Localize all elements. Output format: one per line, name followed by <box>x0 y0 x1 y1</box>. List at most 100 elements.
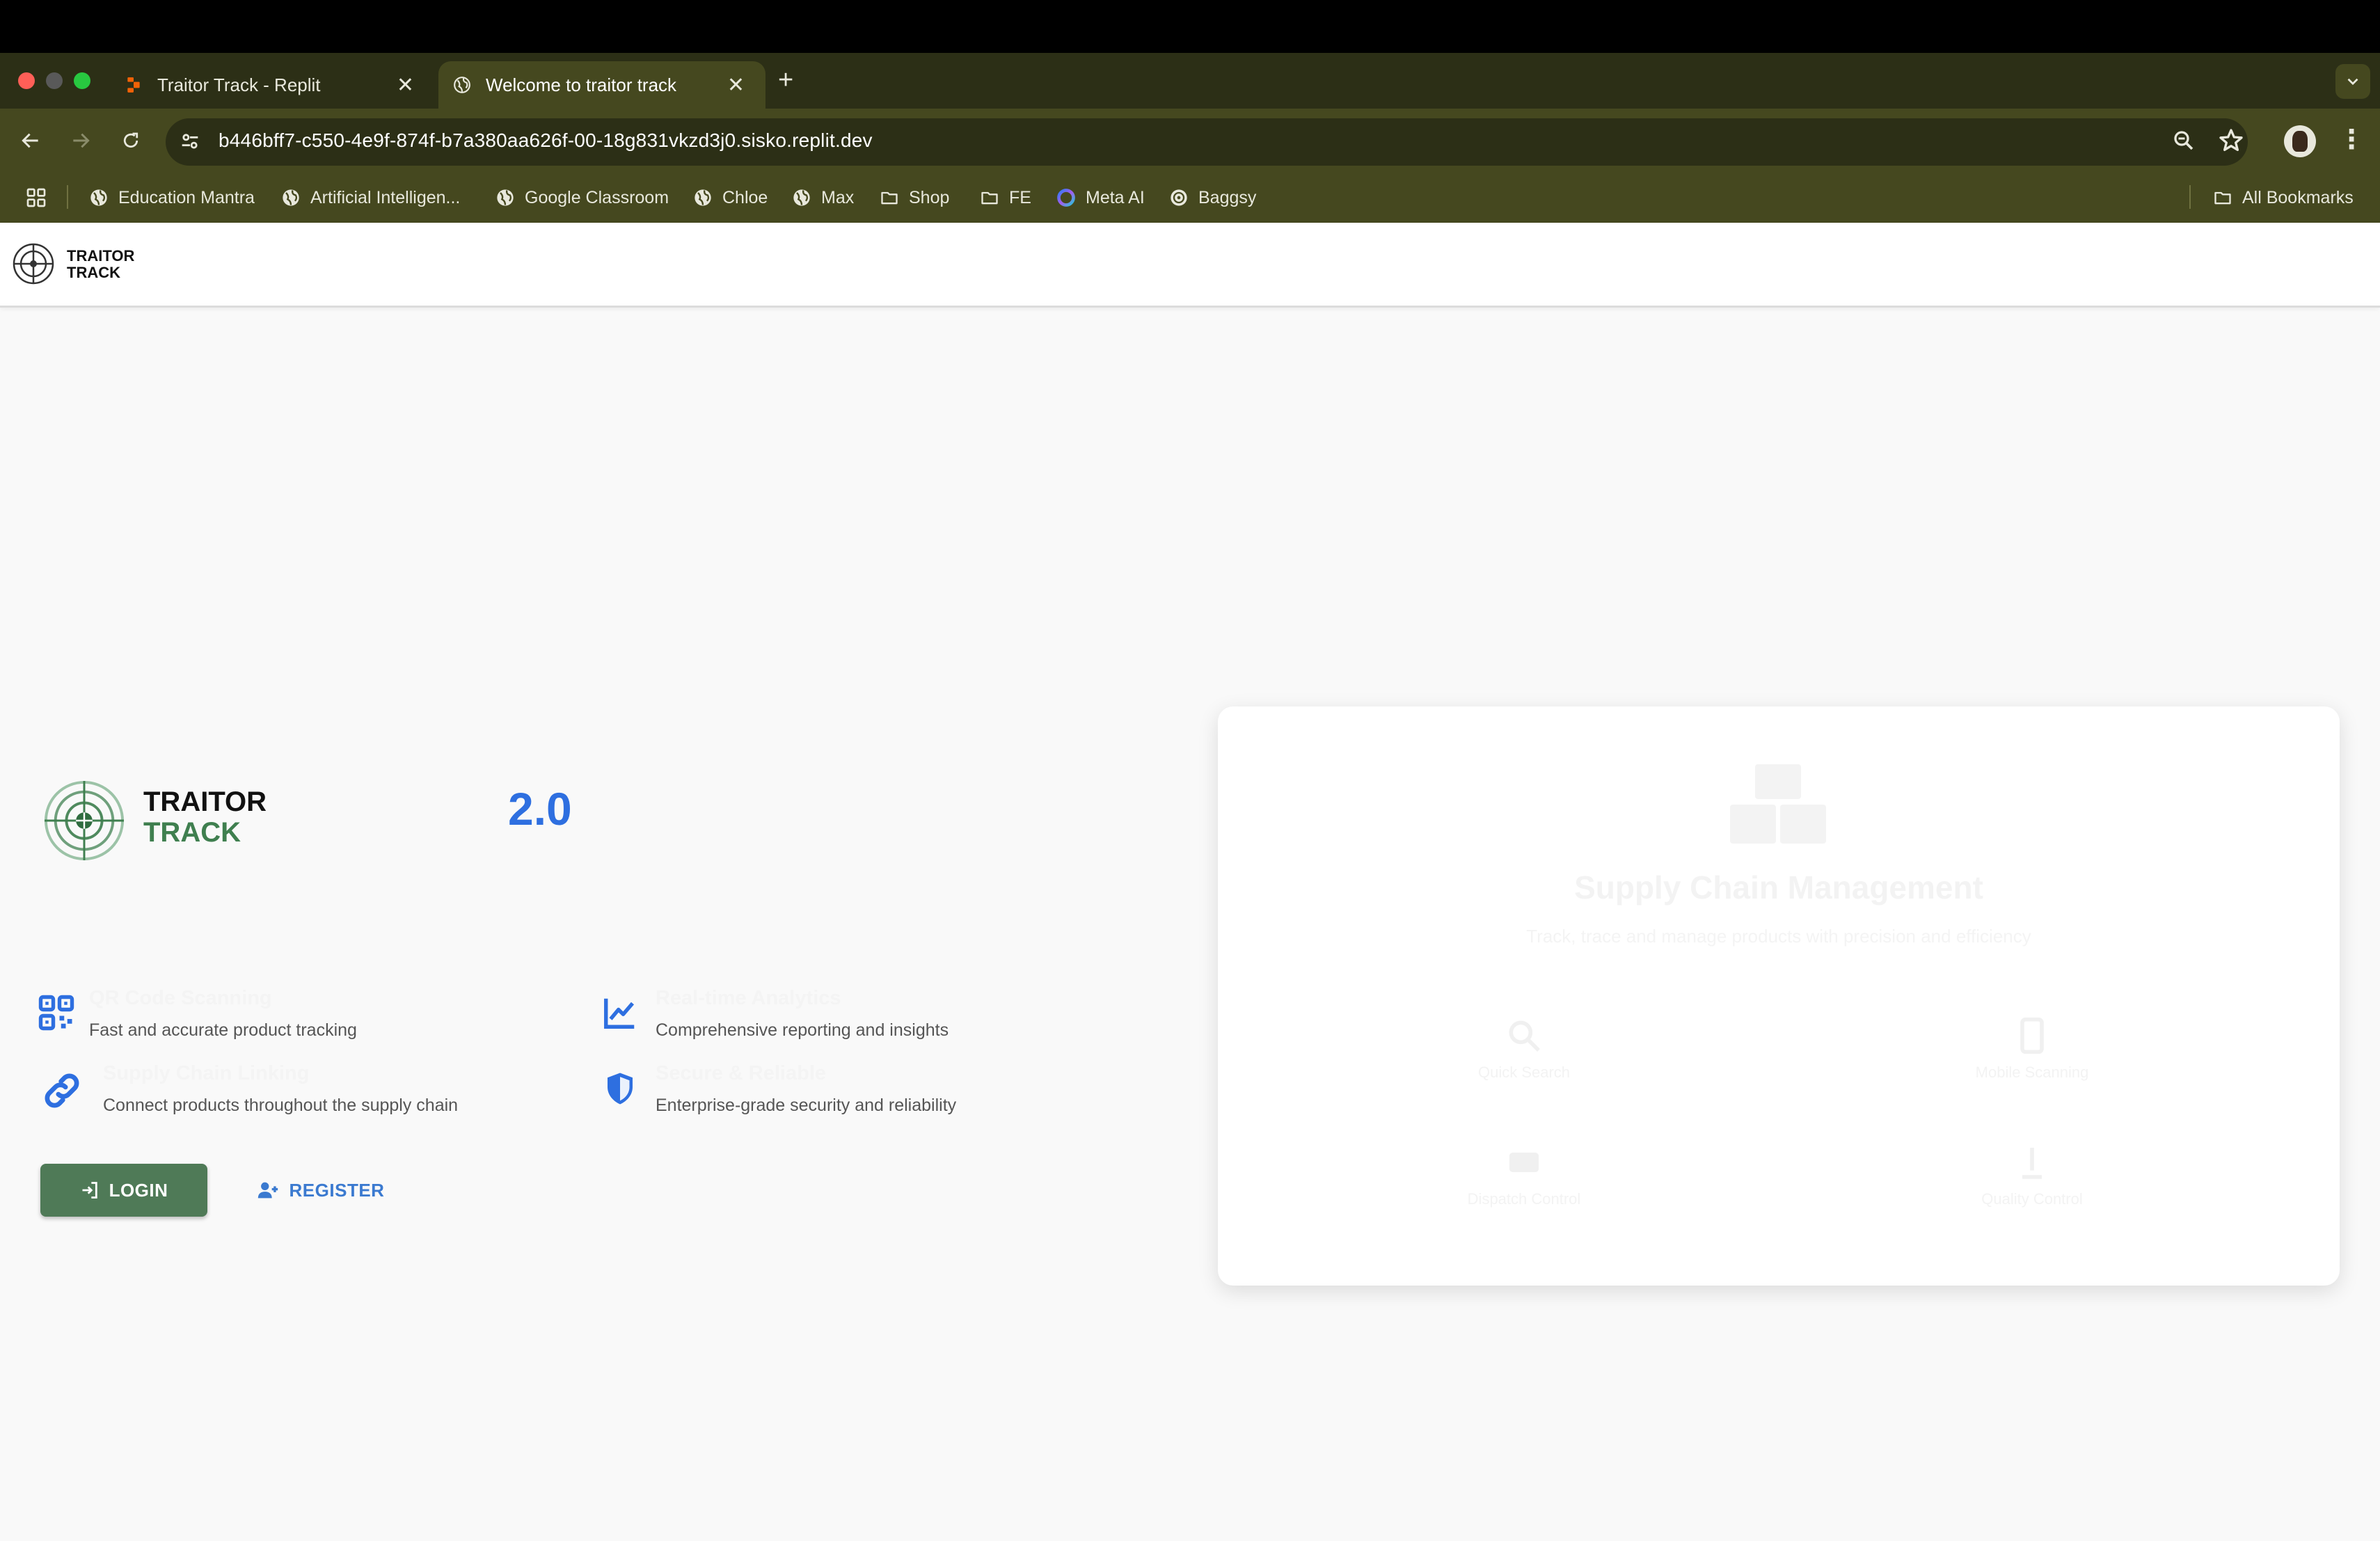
globe-icon <box>495 188 515 207</box>
quality-icon <box>2022 1148 2042 1179</box>
bookmarks-divider <box>2189 185 2191 209</box>
feature-title: Secure & Reliable <box>656 1062 826 1084</box>
folder-icon <box>880 188 899 207</box>
card-feature-quality-control: Quality Control <box>1928 1143 2136 1208</box>
bookmark-label: Chloe <box>722 187 768 207</box>
bookmark-folder-shop[interactable]: Shop <box>880 184 949 212</box>
warehouse-boxes-icon <box>1726 759 1830 849</box>
minimize-window-button[interactable] <box>46 72 63 89</box>
bookmark-label: Google Classroom <box>525 187 669 207</box>
add-user-icon <box>257 1182 278 1199</box>
replit-icon <box>124 75 143 95</box>
globe-icon <box>792 188 811 207</box>
card-title: Supply Chain Management <box>1574 869 1983 906</box>
folder-icon <box>2213 188 2232 207</box>
site-settings-icon[interactable] <box>178 129 202 153</box>
close-tab-icon[interactable]: ✕ <box>397 73 414 97</box>
bookmark-baggsy[interactable]: Baggsy <box>1169 184 1256 212</box>
bookmark-star-icon[interactable] <box>2217 127 2245 155</box>
dispatch-icon <box>1509 1153 1539 1172</box>
card-feature-label: Quick Search <box>1477 1064 1571 1081</box>
bookmark-education-mantra[interactable]: Education Mantra <box>89 184 255 212</box>
login-label: LOGIN <box>109 1179 168 1201</box>
bookmark-artificial-intelligence[interactable]: Artificial Intelligen... <box>281 184 460 212</box>
new-tab-button[interactable]: + <box>778 65 793 95</box>
arrow-left-icon <box>22 133 38 148</box>
arrow-right-icon <box>73 133 90 148</box>
bookmark-label: Artificial Intelligen... <box>310 187 461 207</box>
version-label: 2.0 <box>508 783 572 835</box>
search-icon <box>1509 1020 1540 1052</box>
header-brand-line1: TRAITOR <box>67 247 135 264</box>
meta-ai-icon <box>1056 188 1076 207</box>
feature-title: QR Code Scanning <box>89 987 272 1009</box>
header-brand[interactable]: TRAITOR TRACK <box>67 248 134 281</box>
bookmark-label: Baggsy <box>1198 187 1257 207</box>
bookmark-meta-ai[interactable]: Meta AI <box>1056 184 1145 212</box>
bookmark-folder-fe[interactable]: FE <box>980 184 1031 212</box>
globe-icon <box>1169 188 1189 207</box>
back-button[interactable] <box>14 124 47 157</box>
bookmark-label: FE <box>1009 187 1031 207</box>
globe-icon <box>89 188 109 207</box>
card-feature-label: Dispatch Control <box>1467 1190 1581 1208</box>
reload-icon <box>123 132 138 148</box>
all-bookmarks-button[interactable]: All Bookmarks <box>2213 184 2354 212</box>
hero-brand-line2: TRACK <box>143 817 241 848</box>
feature-description: Fast and accurate product tracking <box>89 1020 357 1040</box>
bookmark-label: Max <box>821 187 855 207</box>
apps-grid-icon[interactable] <box>25 184 47 212</box>
bookmark-label: Shop <box>909 187 950 207</box>
browser-tab-traitor-track[interactable]: Welcome to traitor track ✕ <box>438 61 765 109</box>
feature-description: Connect products throughout the supply c… <box>103 1096 459 1115</box>
globe-icon <box>452 75 472 95</box>
tab-title: Welcome to traitor track <box>486 74 677 95</box>
login-button[interactable]: LOGIN <box>40 1164 207 1217</box>
login-icon <box>82 1182 97 1199</box>
bookmark-label: Education Mantra <box>118 187 255 207</box>
bookmark-max[interactable]: Max <box>792 184 854 212</box>
register-label: REGISTER <box>289 1179 385 1201</box>
feature-description: Enterprise-grade security and reliabilit… <box>656 1096 957 1115</box>
feature-title: Real-time Analytics <box>656 987 841 1009</box>
globe-icon <box>281 188 301 207</box>
analytics-chart-icon <box>601 994 639 1032</box>
traitor-track-logo-icon[interactable] <box>11 242 56 286</box>
header-brand-line2: TRACK <box>67 264 120 281</box>
bookmarks-divider <box>67 185 68 209</box>
bookmark-label: All Bookmarks <box>2242 187 2354 207</box>
bookmark-google-classroom[interactable]: Google Classroom <box>495 184 669 212</box>
url-text[interactable]: b446bff7-c550-4e9f-874f-b7a380aa626f-00-… <box>219 129 873 152</box>
bookmark-label: Meta AI <box>1086 187 1145 207</box>
card-subtitle: Track, trace and manage products with pr… <box>1526 926 2031 947</box>
reload-button[interactable] <box>114 124 148 157</box>
card-feature-quick-search: Quick Search <box>1420 1016 1628 1082</box>
tab-search-button[interactable] <box>2335 64 2370 99</box>
link-icon <box>40 1069 79 1108</box>
card-feature-label: Quality Control <box>1981 1190 2083 1208</box>
feature-description: Comprehensive reporting and insights <box>656 1020 949 1040</box>
register-button[interactable]: REGISTER <box>251 1164 390 1217</box>
card-feature-dispatch-control: Dispatch Control <box>1420 1143 1628 1208</box>
tab-title: Traitor Track - Replit <box>157 74 321 95</box>
mobile-icon <box>2020 1017 2044 1054</box>
card-feature-mobile-scanning: Mobile Scanning <box>1928 1016 2136 1082</box>
feature-title: Supply Chain Linking <box>103 1062 310 1084</box>
shield-icon <box>601 1069 639 1107</box>
hero-brand-line1: TRAITOR <box>143 787 267 817</box>
close-tab-icon[interactable]: ✕ <box>727 73 745 97</box>
card-feature-label: Mobile Scanning <box>1975 1064 2089 1081</box>
browser-menu-icon[interactable]: ⋮ <box>2338 124 2365 155</box>
close-window-button[interactable] <box>18 72 35 89</box>
screen-top-bar <box>0 0 2380 53</box>
forward-button[interactable] <box>64 124 97 157</box>
browser-tab-replit[interactable]: Traitor Track - Replit ✕ <box>104 61 435 109</box>
chevron-down-icon <box>2347 78 2358 86</box>
maximize-window-button[interactable] <box>74 72 90 89</box>
hero-logo-icon <box>43 780 125 862</box>
folder-icon <box>980 188 999 207</box>
zoom-icon[interactable] <box>2171 128 2196 153</box>
bookmark-chloe[interactable]: Chloe <box>693 184 768 212</box>
app-header <box>0 223 2380 308</box>
profile-avatar[interactable] <box>2284 125 2316 157</box>
